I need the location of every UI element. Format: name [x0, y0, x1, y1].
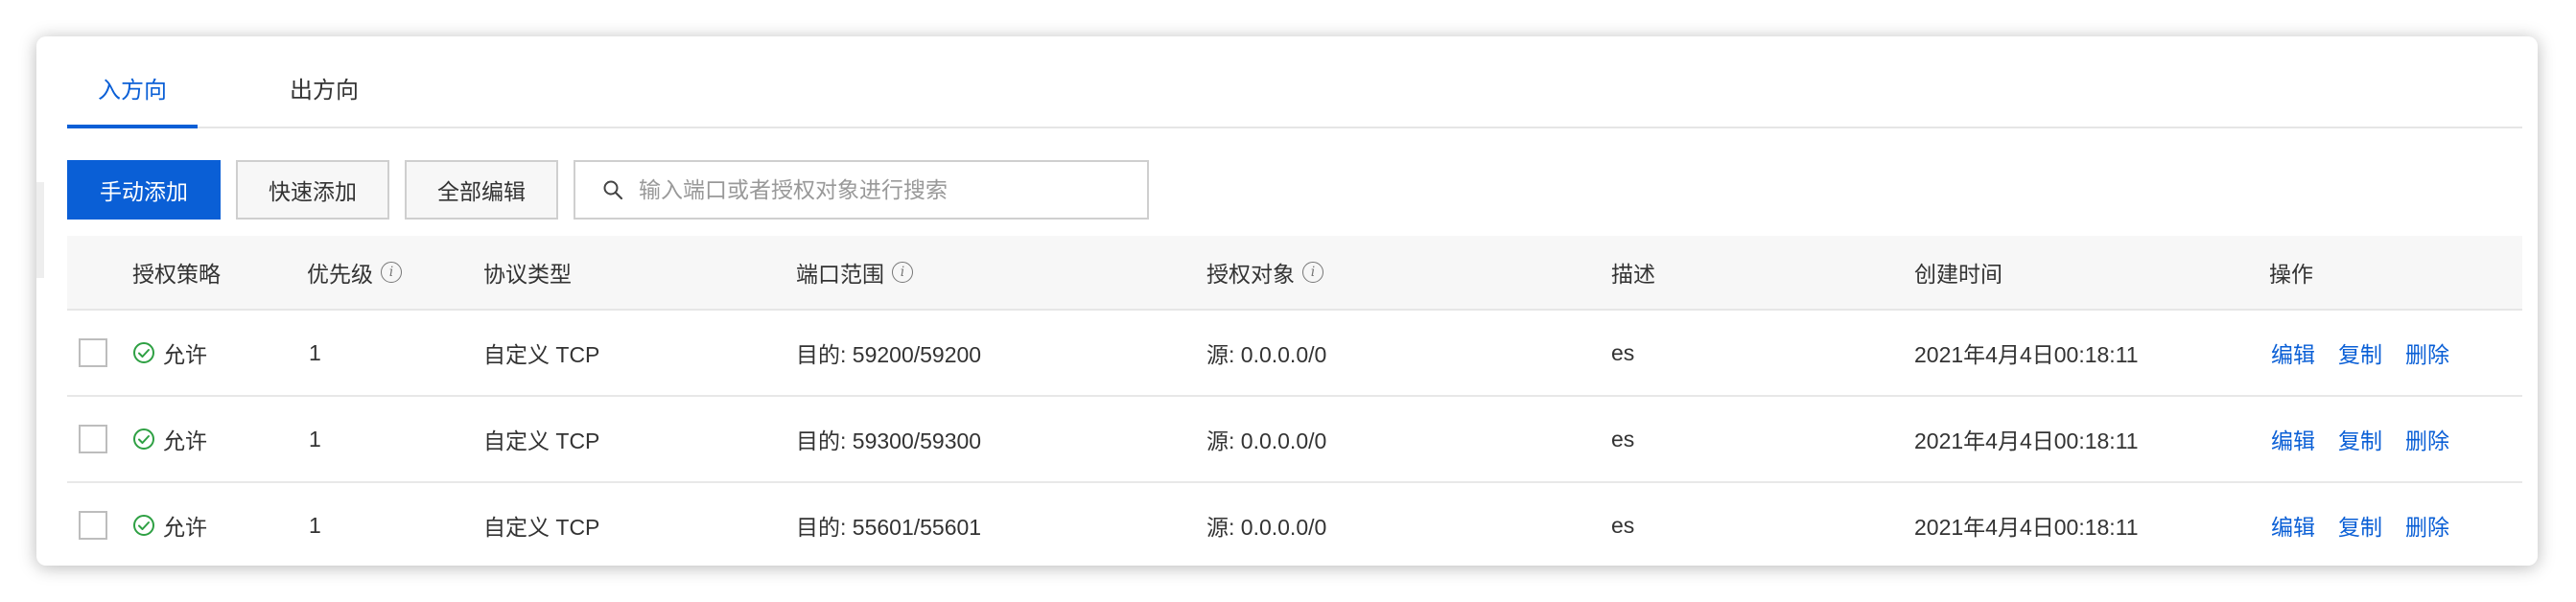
- created-value: 2021年4月4日00:18:11: [1914, 515, 2139, 540]
- edit-link[interactable]: 编辑: [2271, 509, 2315, 542]
- priority-value: 1: [309, 339, 321, 365]
- header-port-range: 端口范围 i: [796, 236, 913, 309]
- table-row: 允许 1 自定义 TCP 目的: 59300/59300 源: 0.0.0.0/…: [67, 397, 2522, 483]
- check-circle-icon: [132, 341, 155, 364]
- search-icon: [597, 174, 629, 206]
- priority-value: 1: [309, 512, 321, 538]
- header-actions: 操作: [2269, 262, 2313, 287]
- description-value: es: [1611, 426, 1635, 452]
- check-circle-icon: [132, 514, 155, 537]
- edit-link[interactable]: 编辑: [2271, 423, 2315, 455]
- manual-add-button[interactable]: 手动添加: [67, 160, 221, 220]
- tab-outbound[interactable]: 出方向: [290, 71, 359, 104]
- protocol-value: 自定义 TCP: [483, 342, 600, 367]
- port-range-value: 目的: 59200/59200: [796, 342, 982, 367]
- port-range-value: 目的: 55601/55601: [796, 515, 982, 540]
- protocol-value: 自定义 TCP: [483, 428, 600, 453]
- row-checkbox[interactable]: [79, 338, 107, 367]
- policy-value: 允许: [163, 342, 207, 367]
- description-value: es: [1611, 339, 1635, 365]
- row-checkbox[interactable]: [79, 425, 107, 453]
- policy-value: 允许: [163, 428, 207, 453]
- search-input[interactable]: [637, 175, 1147, 204]
- delete-link[interactable]: 删除: [2405, 336, 2449, 369]
- info-icon[interactable]: i: [1302, 262, 1323, 283]
- created-value: 2021年4月4日00:18:11: [1914, 428, 2139, 453]
- info-icon[interactable]: i: [892, 262, 913, 283]
- description-value: es: [1611, 512, 1635, 538]
- direction-tabs: 入方向 出方向: [67, 58, 2522, 128]
- rules-table: 授权策略 优先级 i 协议类型 端口范围 i 授权对象 i 描述 创建时间 操作 允许…: [67, 236, 2522, 567]
- edit-link[interactable]: 编辑: [2271, 336, 2315, 369]
- quick-add-button[interactable]: 快速添加: [236, 160, 389, 220]
- policy-value: 允许: [163, 515, 207, 540]
- header-protocol: 协议类型: [483, 262, 572, 287]
- copy-link[interactable]: 复制: [2338, 423, 2382, 455]
- search-box: [574, 160, 1149, 220]
- created-value: 2021年4月4日00:18:11: [1914, 342, 2139, 367]
- row-checkbox[interactable]: [79, 511, 107, 540]
- header-created: 创建时间: [1914, 262, 2002, 287]
- protocol-value: 自定义 TCP: [483, 515, 600, 540]
- copy-link[interactable]: 复制: [2338, 509, 2382, 542]
- check-circle-icon: [132, 428, 155, 451]
- priority-value: 1: [309, 426, 321, 452]
- header-description: 描述: [1611, 262, 1655, 287]
- info-icon[interactable]: i: [381, 262, 402, 283]
- active-tab-indicator: [67, 125, 198, 128]
- edit-all-button[interactable]: 全部编辑: [405, 160, 558, 220]
- delete-link[interactable]: 删除: [2405, 423, 2449, 455]
- collapse-handle[interactable]: [36, 182, 44, 278]
- table-row: 允许 1 自定义 TCP 目的: 59200/59200 源: 0.0.0.0/…: [67, 311, 2522, 397]
- auth-object-value: 源: 0.0.0.0/0: [1206, 515, 1327, 540]
- auth-object-value: 源: 0.0.0.0/0: [1206, 428, 1327, 453]
- header-policy: 授权策略: [132, 262, 221, 287]
- copy-link[interactable]: 复制: [2338, 336, 2382, 369]
- tab-inbound[interactable]: 入方向: [98, 71, 167, 104]
- table-row: 允许 1 自定义 TCP 目的: 55601/55601 源: 0.0.0.0/…: [67, 483, 2522, 567]
- header-auth-object: 授权对象 i: [1206, 236, 1323, 309]
- auth-object-value: 源: 0.0.0.0/0: [1206, 342, 1327, 367]
- port-range-value: 目的: 59300/59300: [796, 428, 982, 453]
- header-priority: 优先级 i: [307, 236, 402, 309]
- delete-link[interactable]: 删除: [2405, 509, 2449, 542]
- table-header: 授权策略 优先级 i 协议类型 端口范围 i 授权对象 i 描述 创建时间 操作: [67, 236, 2522, 311]
